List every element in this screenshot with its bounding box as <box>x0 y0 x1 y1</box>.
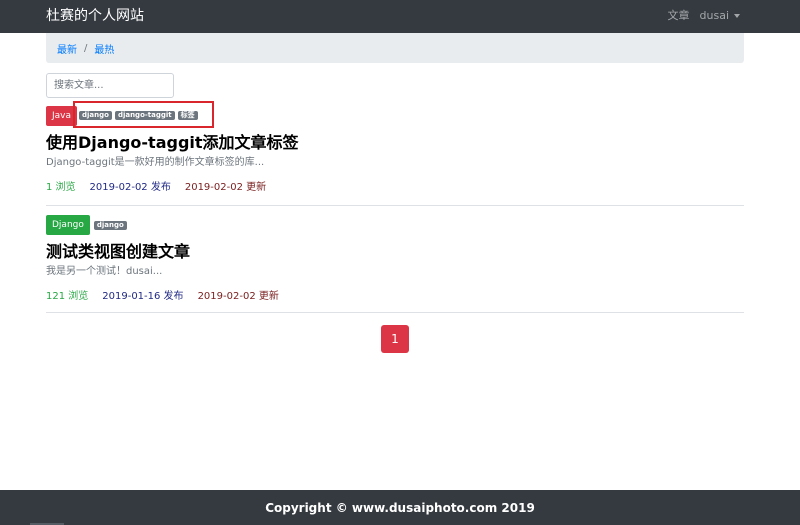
article-title-link[interactable]: 测试类视图创建文章 <box>46 242 744 262</box>
navbar: 杜赛的个人网站 文章 dusai <box>0 0 800 33</box>
article-published: 2019-02-02 发布 <box>89 182 171 193</box>
breadcrumb: 最新 / 最热 <box>46 33 744 63</box>
article-views: 1 浏览 <box>46 182 76 193</box>
navbar-right: 文章 dusai <box>668 9 740 23</box>
tag-badge[interactable]: django-taggit <box>114 111 175 120</box>
article-updated: 2019-02-02 更新 <box>184 182 267 193</box>
article-card: Java django django-taggit 标签 使用Django-ta… <box>46 101 744 194</box>
breadcrumb-separator: / <box>84 42 88 54</box>
pagination-current-page[interactable]: 1 <box>381 325 409 353</box>
user-dropdown-toggle[interactable]: dusai <box>700 9 740 23</box>
article-updated: 2019-02-02 更新 <box>197 291 279 302</box>
article-title: 使用Django-taggit添加文章标签 <box>46 133 299 152</box>
article-card: Django django 测试类视图创建文章 我是另一个测试！dusai...… <box>46 215 744 303</box>
footer: Copyright © www.dusaiphoto.com 2019 <box>0 490 800 525</box>
article-summary: Django-taggit是一款好用的制作文章标签的库... <box>46 157 265 168</box>
tag-badge[interactable]: django <box>79 111 112 120</box>
tag-badge[interactable]: 标签 <box>177 111 198 120</box>
user-name: dusai <box>699 9 729 22</box>
breadcrumb-hottest[interactable]: 最热 <box>94 41 114 56</box>
article-tag-row: Django django <box>46 215 744 235</box>
divider <box>46 312 744 313</box>
article-meta: 1 浏览 2019-02-02 发布 2019-02-02 更新 <box>46 182 744 194</box>
breadcrumb-latest[interactable]: 最新 <box>57 41 77 56</box>
column-badge[interactable]: Django <box>46 215 90 235</box>
article-views: 121 浏览 <box>46 291 89 302</box>
article-tags: django django-taggit 标签 <box>79 111 201 120</box>
article-title: 测试类视图创建文章 <box>46 242 191 261</box>
article-title-link[interactable]: 使用Django-taggit添加文章标签 <box>46 133 744 153</box>
caret-down-icon <box>734 14 740 18</box>
article-summary: 我是另一个测试！dusai... <box>46 266 163 277</box>
site-brand[interactable]: 杜赛的个人网站 <box>46 7 144 25</box>
article-meta: 121 浏览 2019-01-16 发布 2019-02-02 更新 <box>46 291 744 303</box>
article-published: 2019-01-16 发布 <box>102 291 184 302</box>
footer-copyright: Copyright © www.dusaiphoto.com 2019 <box>265 500 535 515</box>
nav-article-link[interactable]: 文章 <box>668 9 690 23</box>
tag-badge[interactable]: django <box>93 220 127 230</box>
divider <box>46 205 744 206</box>
search-input[interactable] <box>46 73 174 98</box>
